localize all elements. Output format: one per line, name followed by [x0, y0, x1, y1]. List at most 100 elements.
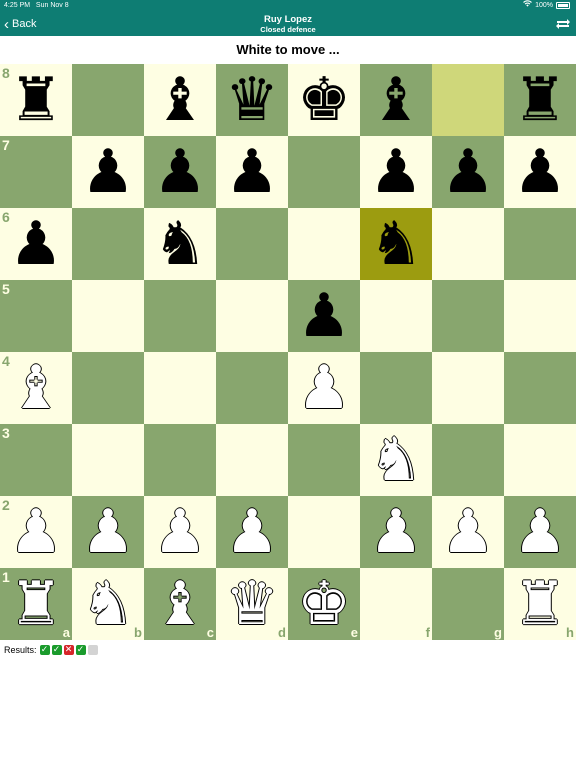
square-a6[interactable]: 6 ♟ [0, 208, 72, 280]
white-pawn-f2[interactable]: ♟ [360, 496, 432, 568]
square-b3[interactable] [72, 424, 144, 496]
square-d7[interactable]: ♟ [216, 136, 288, 208]
black-pawn-c7[interactable]: ♟ [144, 136, 216, 208]
square-e5[interactable]: ♟ [288, 280, 360, 352]
square-c7[interactable]: ♟ [144, 136, 216, 208]
square-a5[interactable]: 5 [0, 280, 72, 352]
square-b1[interactable]: b ♞ [72, 568, 144, 640]
white-pawn-e4[interactable]: ♟ [288, 352, 360, 424]
black-knight-f6[interactable]: ♞ [360, 208, 432, 280]
square-d5[interactable] [216, 280, 288, 352]
square-h8[interactable]: ♜ [504, 64, 576, 136]
square-e8[interactable]: ♚ [288, 64, 360, 136]
black-pawn-a6[interactable]: ♟ [0, 208, 72, 280]
square-d6[interactable] [216, 208, 288, 280]
black-rook-h8[interactable]: ♜ [504, 64, 576, 136]
square-b2[interactable]: ♟ [72, 496, 144, 568]
square-d8[interactable]: ♛ [216, 64, 288, 136]
black-rook-a8[interactable]: ♜ [0, 64, 72, 136]
black-pawn-g7[interactable]: ♟ [432, 136, 504, 208]
square-g8[interactable] [432, 64, 504, 136]
white-pawn-a2[interactable]: ♟ [0, 496, 72, 568]
flip-board-button[interactable] [555, 17, 571, 31]
square-a8[interactable]: 8 ♜ [0, 64, 72, 136]
square-d3[interactable] [216, 424, 288, 496]
square-h7[interactable]: ♟ [504, 136, 576, 208]
square-a4[interactable]: 4 ♝ [0, 352, 72, 424]
square-a2[interactable]: 2 ♟ [0, 496, 72, 568]
square-f1[interactable]: f [360, 568, 432, 640]
square-g2[interactable]: ♟ [432, 496, 504, 568]
square-b5[interactable] [72, 280, 144, 352]
square-f6[interactable]: ♞ [360, 208, 432, 280]
square-c4[interactable] [144, 352, 216, 424]
white-king-e1[interactable]: ♚ [288, 568, 360, 640]
square-h2[interactable]: ♟ [504, 496, 576, 568]
white-pawn-c2[interactable]: ♟ [144, 496, 216, 568]
square-e3[interactable] [288, 424, 360, 496]
white-knight-b1[interactable]: ♞ [72, 568, 144, 640]
white-pawn-b2[interactable]: ♟ [72, 496, 144, 568]
square-h5[interactable] [504, 280, 576, 352]
square-b4[interactable] [72, 352, 144, 424]
square-g5[interactable] [432, 280, 504, 352]
square-a1[interactable]: 1 a ♜ [0, 568, 72, 640]
white-knight-f3[interactable]: ♞ [360, 424, 432, 496]
square-h6[interactable] [504, 208, 576, 280]
black-pawn-h7[interactable]: ♟ [504, 136, 576, 208]
square-b6[interactable] [72, 208, 144, 280]
black-pawn-e5[interactable]: ♟ [288, 280, 360, 352]
white-rook-h1[interactable]: ♜ [504, 568, 576, 640]
square-d4[interactable] [216, 352, 288, 424]
square-g6[interactable] [432, 208, 504, 280]
square-h3[interactable] [504, 424, 576, 496]
battery-icon [556, 2, 570, 9]
white-rook-a1[interactable]: ♜ [0, 568, 72, 640]
black-bishop-c8[interactable]: ♝ [144, 64, 216, 136]
white-queen-d1[interactable]: ♛ [216, 568, 288, 640]
square-d2[interactable]: ♟ [216, 496, 288, 568]
square-h4[interactable] [504, 352, 576, 424]
square-e1[interactable]: e ♚ [288, 568, 360, 640]
black-knight-c6[interactable]: ♞ [144, 208, 216, 280]
square-e7[interactable] [288, 136, 360, 208]
square-c5[interactable] [144, 280, 216, 352]
white-pawn-d2[interactable]: ♟ [216, 496, 288, 568]
square-e6[interactable] [288, 208, 360, 280]
black-pawn-d7[interactable]: ♟ [216, 136, 288, 208]
white-pawn-h2[interactable]: ♟ [504, 496, 576, 568]
square-f7[interactable]: ♟ [360, 136, 432, 208]
square-g4[interactable] [432, 352, 504, 424]
square-a7[interactable]: 7 [0, 136, 72, 208]
square-f3[interactable]: ♞ [360, 424, 432, 496]
black-king-e8[interactable]: ♚ [288, 64, 360, 136]
black-queen-d8[interactable]: ♛ [216, 64, 288, 136]
square-c6[interactable]: ♞ [144, 208, 216, 280]
white-bishop-a4[interactable]: ♝ [0, 352, 72, 424]
square-f2[interactable]: ♟ [360, 496, 432, 568]
square-h1[interactable]: h ♜ [504, 568, 576, 640]
square-f5[interactable] [360, 280, 432, 352]
square-c2[interactable]: ♟ [144, 496, 216, 568]
square-c3[interactable] [144, 424, 216, 496]
black-pawn-f7[interactable]: ♟ [360, 136, 432, 208]
white-bishop-c1[interactable]: ♝ [144, 568, 216, 640]
chess-board[interactable]: 8 ♜ ♝ ♛ ♚ ♝ ♜ 7 ♟ ♟ ♟ ♟ ♟ ♟ 6 ♟ ♞ ♞ 5 ♟ 4 ♝ ♟ 3 ♞ 2 ♟ ♟ ♟ ♟ ♟ ♟ ♟ 1 a ♜ b ♞ c ♝… [0, 64, 576, 640]
square-a3[interactable]: 3 [0, 424, 72, 496]
square-f8[interactable]: ♝ [360, 64, 432, 136]
black-pawn-b7[interactable]: ♟ [72, 136, 144, 208]
square-c1[interactable]: c ♝ [144, 568, 216, 640]
square-e2[interactable] [288, 496, 360, 568]
square-d1[interactable]: d ♛ [216, 568, 288, 640]
square-f4[interactable] [360, 352, 432, 424]
square-c8[interactable]: ♝ [144, 64, 216, 136]
square-g7[interactable]: ♟ [432, 136, 504, 208]
square-e4[interactable]: ♟ [288, 352, 360, 424]
square-g1[interactable]: g [432, 568, 504, 640]
white-pawn-g2[interactable]: ♟ [432, 496, 504, 568]
black-bishop-f8[interactable]: ♝ [360, 64, 432, 136]
rank-label-3: 3 [2, 425, 10, 441]
square-b8[interactable] [72, 64, 144, 136]
square-b7[interactable]: ♟ [72, 136, 144, 208]
square-g3[interactable] [432, 424, 504, 496]
